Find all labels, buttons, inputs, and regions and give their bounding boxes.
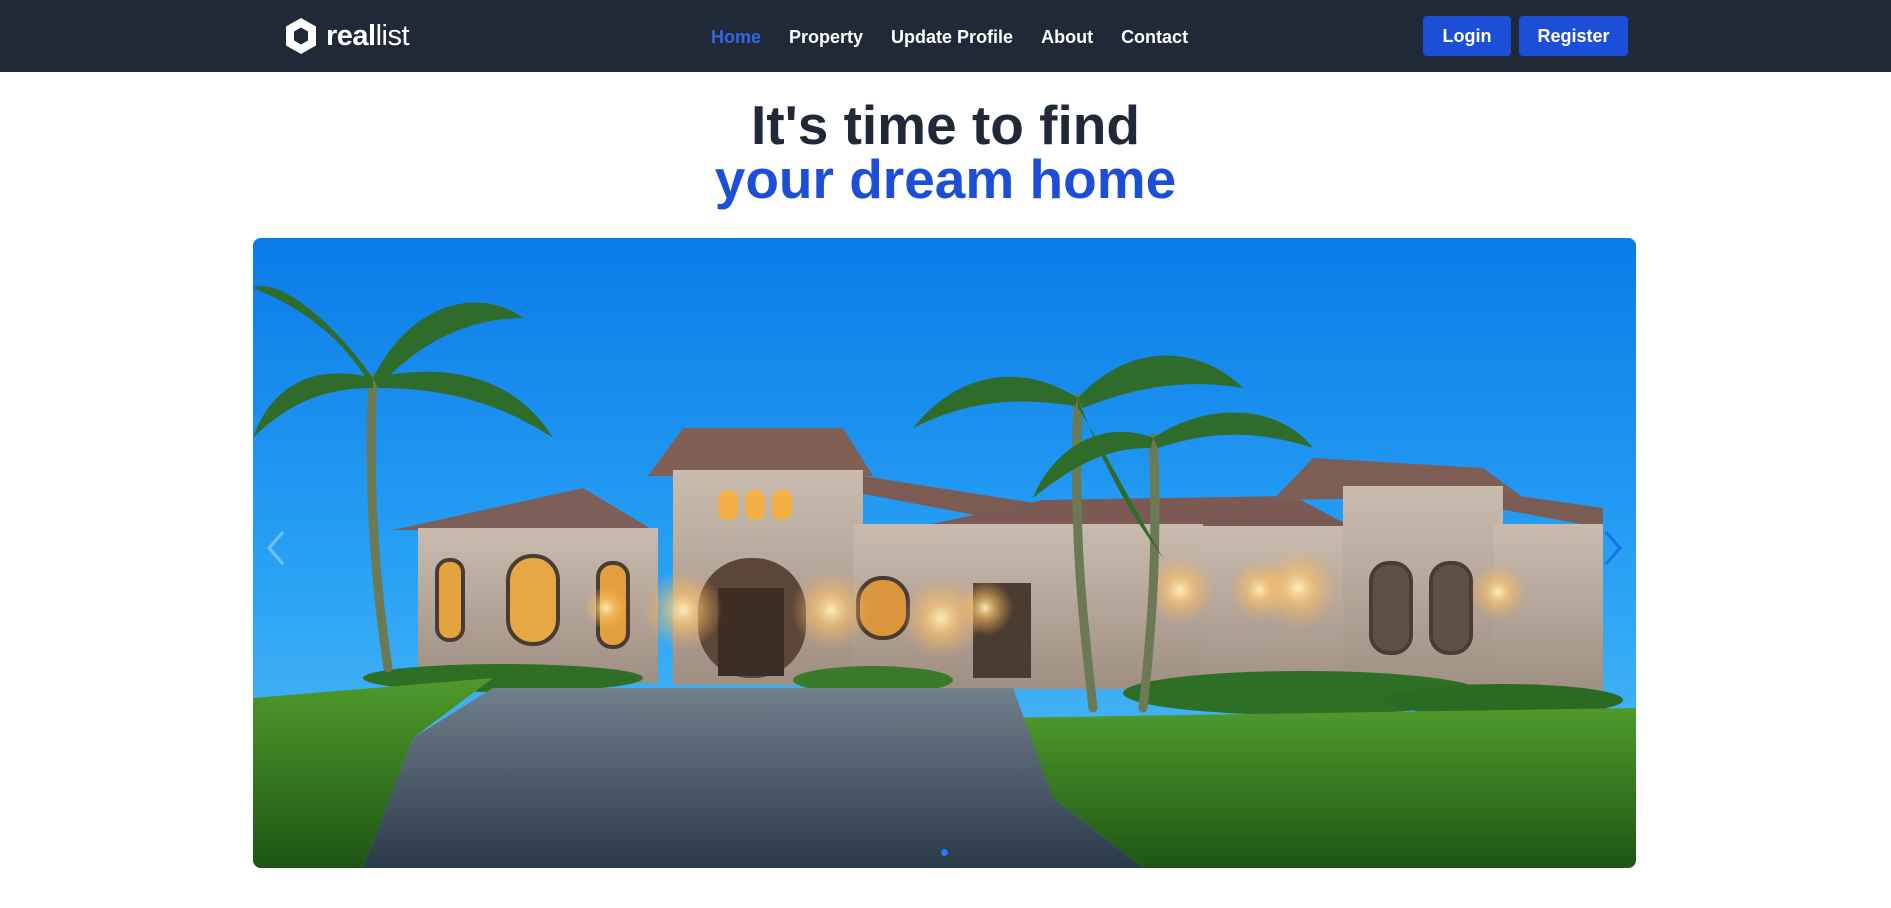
nav-link-home[interactable]: Home [711,22,761,52]
brand-name-light: list [375,20,410,52]
hero-heading-line2: your dream home [714,148,1177,210]
carousel-pagination [253,849,1636,856]
hero-heading: It's time to find your dream home [0,98,1891,210]
chevron-right-icon [1604,531,1622,565]
nav-link-about[interactable]: About [1041,22,1093,52]
brand-logo[interactable]: reallist [284,17,410,55]
carousel-next-arrow[interactable] [1598,523,1628,573]
hexagon-logo-icon [286,18,316,54]
house-slide-image [253,238,1636,868]
nav-link-contact[interactable]: Contact [1121,22,1188,52]
chevron-left-icon [267,531,285,565]
register-button[interactable]: Register [1519,16,1628,56]
login-button[interactable]: Login [1423,16,1511,56]
carousel-dot[interactable] [941,849,948,856]
main-nav: Home Property Update Profile About Conta… [711,22,1216,52]
hero-carousel[interactable] [253,238,1636,868]
carousel-prev-arrow[interactable] [261,523,291,573]
brand-name: reallist [326,17,410,55]
brand-name-bold: real [326,20,376,52]
nav-link-update-profile[interactable]: Update Profile [891,22,1013,52]
nav-link-property[interactable]: Property [789,22,863,52]
hero-heading-line1: It's time to find [751,94,1140,156]
top-navbar: reallist Home Property Update Profile Ab… [0,0,1891,72]
